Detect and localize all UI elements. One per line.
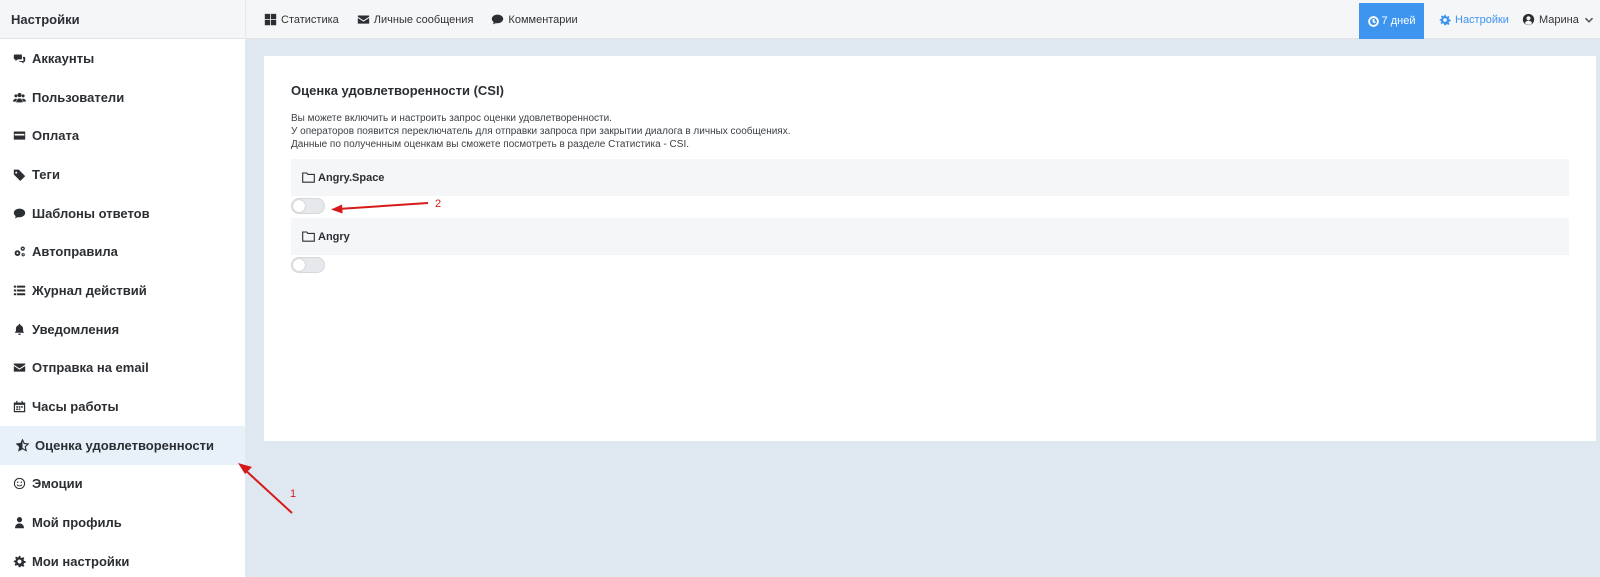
folder-icon	[302, 172, 315, 183]
sidebar-item-autorules[interactable]: Автоправила	[0, 232, 245, 271]
sidebar-item-accounts[interactable]: Аккаунты	[0, 39, 245, 78]
sidebar-item-payment[interactable]: Оплата	[0, 116, 245, 155]
clock-icon	[1367, 15, 1379, 27]
period-label: 7 дней	[1381, 15, 1416, 27]
gear-icon	[1439, 14, 1451, 25]
sidebar-item-label: Шаблоны ответов	[32, 205, 150, 221]
sidebar-item-label: Журнал действий	[32, 282, 147, 298]
annotation-label-1: 1	[290, 488, 297, 500]
group-row-angry-space: Angry.Space	[291, 159, 1569, 196]
page-description: Вы можете включить и настроить запрос оц…	[291, 112, 791, 151]
sidebar-item-tags[interactable]: Теги	[0, 155, 245, 194]
csi-toggle-angry-space[interactable]	[291, 198, 325, 214]
sidebar-item-label: Автоправила	[32, 244, 118, 260]
settings-link-label: Настройки	[1455, 13, 1509, 26]
calendar-icon	[11, 399, 27, 415]
csi-settings-card: Оценка удовлетворенности (CSI) Вы можете…	[264, 56, 1596, 441]
dashboard-icon	[264, 13, 277, 26]
sidebar-item-users[interactable]: Пользователи	[0, 78, 245, 117]
user-icon	[11, 515, 27, 531]
folder-icon	[302, 231, 315, 242]
tag-icon	[11, 166, 27, 182]
user-menu[interactable]: Марина	[1522, 0, 1594, 39]
sidebar-item-emotions[interactable]: Эмоции	[0, 465, 245, 504]
nav-private-messages[interactable]: Личные сообщения	[357, 13, 474, 26]
group-name: Angry	[318, 230, 350, 243]
toggle-knob	[293, 259, 305, 271]
annotation-arrow-1	[238, 463, 293, 514]
sidebar-item-label: Уведомления	[32, 321, 120, 337]
envelope-icon	[11, 360, 27, 376]
sidebar-item-label: Мой профиль	[32, 515, 122, 531]
toggle-knob	[293, 200, 305, 212]
chat-bubbles-icon	[11, 50, 27, 66]
description-line: Данные по полученным оценкам вы сможете …	[291, 139, 690, 150]
sidebar-item-label: Пользователи	[32, 89, 125, 105]
top-nav: Статистика Личные сообщения Комментарии	[264, 0, 578, 39]
page-title: Оценка удовлетворенности (CSI)	[291, 83, 504, 98]
sidebar-item-reply-templates[interactable]: Шаблоны ответов	[0, 194, 245, 233]
sidebar-item-label: Аккаунты	[32, 50, 95, 66]
sidebar-item-my-profile[interactable]: Мой профиль	[0, 503, 245, 542]
chevron-down-icon	[1584, 17, 1593, 23]
nav-statistics-label: Статистика	[281, 13, 339, 26]
envelope-icon	[357, 15, 369, 24]
list-icon	[11, 282, 27, 298]
sidebar-item-notifications[interactable]: Уведомления	[0, 310, 245, 349]
comment-icon	[492, 14, 504, 25]
settings-menu: Аккаунты Пользователи Оплата Теги Шаблон…	[0, 39, 245, 577]
smile-icon	[11, 476, 27, 492]
settings-sidebar: Настройки Аккаунты Пользователи Оплата Т…	[0, 0, 246, 577]
sidebar-item-csi[interactable]: Оценка удовлетворенности	[0, 425, 245, 465]
sidebar-title: Настройки	[0, 0, 245, 39]
credit-card-icon	[11, 128, 27, 144]
settings-link[interactable]: Настройки	[1439, 0, 1509, 39]
csi-toggle-angry[interactable]	[291, 257, 325, 273]
comment-icon	[11, 205, 27, 221]
gears-icon	[11, 244, 27, 260]
top-bar: Статистика Личные сообщения Комментарии …	[246, 0, 1600, 39]
nav-comments[interactable]: Комментарии	[491, 13, 578, 26]
sidebar-item-my-settings[interactable]: Мои настройки	[0, 542, 245, 577]
nav-comments-label: Комментарии	[508, 13, 578, 26]
star-half-icon	[14, 437, 30, 453]
sidebar-item-label: Оплата	[32, 128, 80, 144]
sidebar-item-label: Мои настройки	[32, 553, 130, 569]
sidebar-item-label: Теги	[32, 166, 60, 182]
group-name: Angry.Space	[318, 171, 385, 184]
bell-icon	[11, 321, 27, 337]
gear-icon	[11, 553, 27, 569]
sidebar-item-activity-log[interactable]: Журнал действий	[0, 271, 245, 310]
users-icon	[11, 89, 27, 105]
sidebar-item-working-hours[interactable]: Часы работы	[0, 387, 245, 426]
group-row-angry: Angry	[291, 218, 1569, 255]
sidebar-item-label: Оценка удовлетворенности	[35, 437, 214, 453]
sidebar-item-label: Отправка на email	[32, 360, 149, 376]
sidebar-item-label: Часы работы	[32, 399, 119, 415]
period-button[interactable]: 7 дней	[1359, 3, 1424, 39]
user-name: Марина	[1539, 13, 1579, 26]
annotation-label-2: 2	[435, 198, 442, 210]
sidebar-item-email-sending[interactable]: Отправка на email	[0, 349, 245, 388]
description-line: Вы можете включить и настроить запрос оц…	[291, 113, 612, 124]
nav-private-messages-label: Личные сообщения	[373, 13, 474, 26]
user-circle-icon	[1522, 13, 1535, 26]
description-line: У операторов появится переключатель для …	[291, 126, 791, 137]
nav-statistics[interactable]: Статистика	[264, 13, 339, 26]
sidebar-item-label: Эмоции	[32, 476, 83, 492]
